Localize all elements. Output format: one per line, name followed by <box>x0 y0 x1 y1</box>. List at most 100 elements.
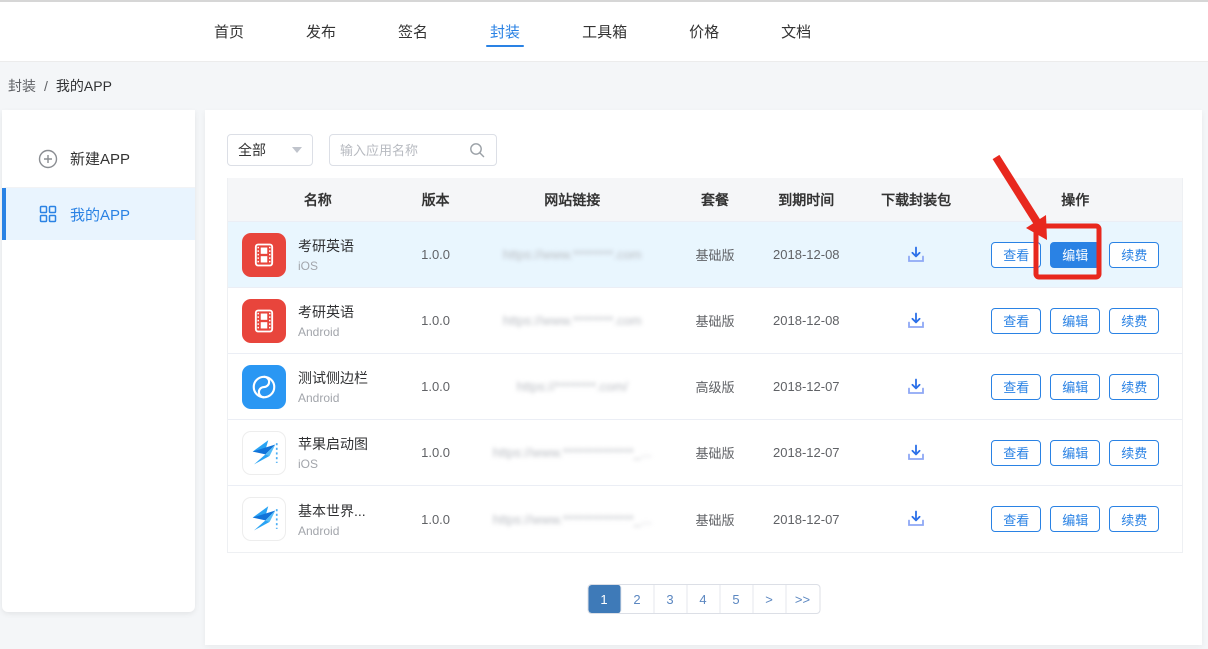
view-button[interactable]: 查看 <box>991 242 1041 268</box>
pagination-page-5[interactable]: 5 <box>720 585 753 613</box>
table-body: 考研英语 iOS 1.0.0 https://www.********.com … <box>228 222 1182 552</box>
app-url-blurred: https://www.********.com <box>503 313 642 328</box>
renew-button[interactable]: 续费 <box>1109 440 1159 466</box>
nav-item-price[interactable]: 价格 <box>673 2 735 61</box>
app-expiry: 2018-12-07 <box>749 354 864 419</box>
grid-icon <box>38 204 58 224</box>
actions-cell: 查看 编辑 续费 <box>968 486 1182 552</box>
app-name-cell: 考研英语 iOS <box>228 222 408 287</box>
pagination-next[interactable]: > <box>753 585 786 613</box>
renew-button[interactable]: 续费 <box>1109 374 1159 400</box>
edit-button[interactable]: 编辑 <box>1050 308 1100 334</box>
sidebar: 新建APP 我的APP <box>2 110 195 612</box>
app-icon-s-logo <box>242 365 286 409</box>
breadcrumb-current: 我的APP <box>56 76 112 96</box>
app-url-blurred: https://www.********.com <box>503 247 642 262</box>
app-url-cell: https://www.**************_... <box>464 486 682 552</box>
nav-item-publish[interactable]: 发布 <box>290 2 352 61</box>
breadcrumb-section[interactable]: 封装 <box>8 76 36 96</box>
nav-item-package[interactable]: 封装 <box>474 2 536 61</box>
app-plan: 基础版 <box>681 486 749 552</box>
col-header-download: 下载封装包 <box>864 178 969 221</box>
app-expiry: 2018-12-08 <box>749 222 864 287</box>
sidebar-item-new-app[interactable]: 新建APP <box>2 130 195 188</box>
download-icon[interactable] <box>904 507 928 531</box>
table-row: 苹果启动图 iOS 1.0.0 https://www.************… <box>228 420 1182 486</box>
app-plan: 基础版 <box>681 222 749 287</box>
pagination-page-4[interactable]: 4 <box>687 585 720 613</box>
breadcrumb-separator: / <box>44 78 48 94</box>
renew-button[interactable]: 续费 <box>1109 506 1159 532</box>
app-version: 1.0.0 <box>408 354 464 419</box>
download-icon[interactable] <box>904 243 928 267</box>
app-plan: 高级版 <box>681 354 749 419</box>
apps-table: 名称 版本 网站链接 套餐 到期时间 下载封装包 操作 <box>227 178 1183 553</box>
breadcrumb: 封装 / 我的APP <box>8 62 112 110</box>
nav-item-docs[interactable]: 文档 <box>765 2 827 61</box>
pagination-page-1[interactable]: 1 <box>588 585 621 613</box>
search-icon[interactable] <box>468 141 486 159</box>
filter-select[interactable]: 全部 <box>227 134 313 166</box>
edit-button[interactable]: 编辑 <box>1050 374 1100 400</box>
sidebar-item-label: 新建APP <box>70 148 130 169</box>
col-header-actions: 操作 <box>968 178 1182 221</box>
app-name-cell: 测试侧边栏 Android <box>228 354 408 419</box>
edit-button[interactable]: 编辑 <box>1050 242 1100 268</box>
renew-button[interactable]: 续费 <box>1109 308 1159 334</box>
table-row: 基本世界... Android 1.0.0 https://www.******… <box>228 486 1182 552</box>
app-version: 1.0.0 <box>408 288 464 353</box>
top-nav: 首页 发布 签名 封装 工具箱 价格 文档 <box>0 0 1208 62</box>
pagination-page-2[interactable]: 2 <box>621 585 654 613</box>
view-button[interactable]: 查看 <box>991 374 1041 400</box>
download-icon[interactable] <box>904 309 928 333</box>
app-url-blurred: https://www.**************_... <box>493 512 652 527</box>
search-box <box>329 134 497 166</box>
download-icon[interactable] <box>904 375 928 399</box>
col-header-expiry: 到期时间 <box>749 178 864 221</box>
app-icon-film <box>242 233 286 277</box>
table-row: 测试侧边栏 Android 1.0.0 https://********.com… <box>228 354 1182 420</box>
col-header-url: 网站链接 <box>464 178 682 221</box>
app-icon-bird <box>242 431 286 475</box>
edit-button[interactable]: 编辑 <box>1050 440 1100 466</box>
table-row: 考研英语 Android 1.0.0 https://www.********.… <box>228 288 1182 354</box>
app-platform: iOS <box>298 457 368 471</box>
toolbar: 全部 <box>227 134 497 166</box>
app-name: 基本世界... <box>298 501 366 521</box>
sidebar-item-my-app[interactable]: 我的APP <box>2 188 195 240</box>
app-url-blurred: https://********.com/ <box>517 379 628 394</box>
col-header-version: 版本 <box>408 178 464 221</box>
pagination: 1 2 3 4 5 > >> <box>587 584 820 614</box>
app-expiry: 2018-12-08 <box>749 288 864 353</box>
app-platform: Android <box>298 524 366 538</box>
download-icon[interactable] <box>904 441 928 465</box>
view-button[interactable]: 查看 <box>991 506 1041 532</box>
app-name: 测试侧边栏 <box>298 368 368 388</box>
view-button[interactable]: 查看 <box>991 440 1041 466</box>
app-name-cell: 考研英语 Android <box>228 288 408 353</box>
edit-button[interactable]: 编辑 <box>1050 506 1100 532</box>
table-header: 名称 版本 网站链接 套餐 到期时间 下载封装包 操作 <box>228 178 1182 222</box>
app-name: 考研英语 <box>298 236 354 256</box>
app-name: 苹果启动图 <box>298 434 368 454</box>
actions-cell: 查看 编辑 续费 <box>968 354 1182 419</box>
app-name-cell: 苹果启动图 iOS <box>228 420 408 485</box>
plus-circle-icon <box>38 149 58 169</box>
nav-item-toolbox[interactable]: 工具箱 <box>566 2 643 61</box>
app-name: 考研英语 <box>298 302 354 322</box>
app-platform: Android <box>298 391 368 405</box>
pagination-page-3[interactable]: 3 <box>654 585 687 613</box>
app-plan: 基础版 <box>681 420 749 485</box>
actions-cell: 查看 编辑 续费 <box>968 288 1182 353</box>
table-row: 考研英语 iOS 1.0.0 https://www.********.com … <box>228 222 1182 288</box>
nav-item-sign[interactable]: 签名 <box>382 2 444 61</box>
app-version: 1.0.0 <box>408 420 464 485</box>
search-input[interactable] <box>340 143 468 158</box>
pagination-last[interactable]: >> <box>786 585 819 613</box>
nav-item-home[interactable]: 首页 <box>198 2 260 61</box>
app-icon-film <box>242 299 286 343</box>
app-expiry: 2018-12-07 <box>749 420 864 485</box>
view-button[interactable]: 查看 <box>991 308 1041 334</box>
renew-button[interactable]: 续费 <box>1109 242 1159 268</box>
app-platform: Android <box>298 325 354 339</box>
